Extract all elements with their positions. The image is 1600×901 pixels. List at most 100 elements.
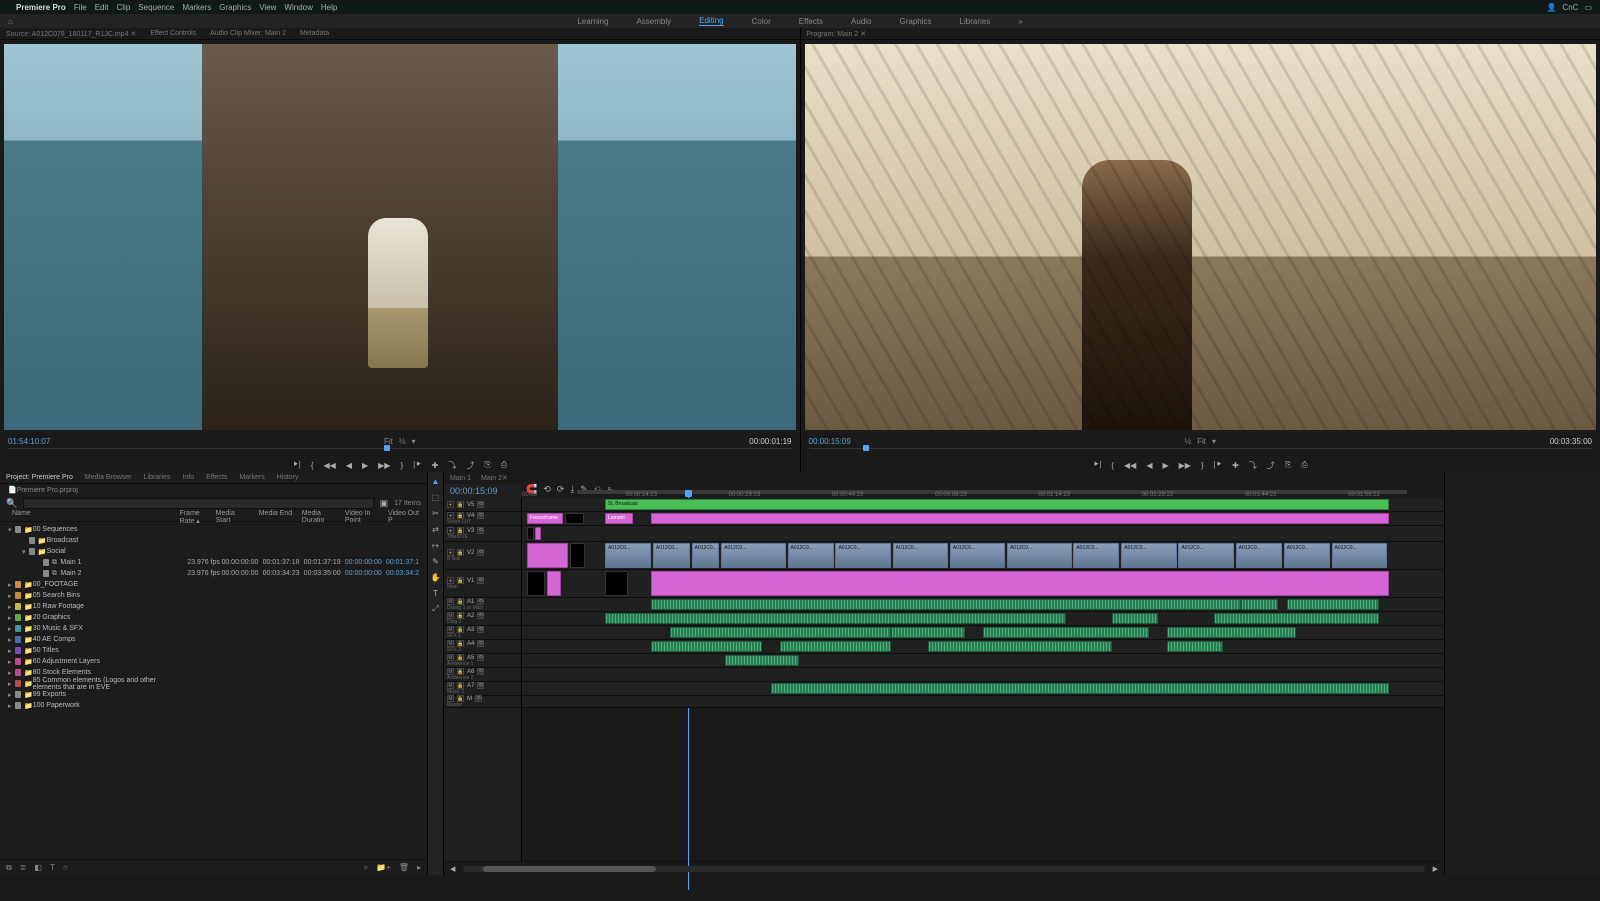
bin-tree[interactable]: ▾📁00 Sequences📁Broadcast▾📁Social⧉Main 12… bbox=[0, 522, 427, 859]
src-play-fwd[interactable]: ▶▶ bbox=[378, 461, 390, 470]
bin-row[interactable]: 📁Broadcast bbox=[0, 535, 427, 546]
src-add-marker[interactable]: ✚ bbox=[432, 461, 439, 470]
timeline-clip[interactable] bbox=[570, 543, 585, 568]
col-duration[interactable]: Media Duratio bbox=[298, 510, 341, 521]
src-go-out[interactable]: } bbox=[400, 461, 403, 470]
tab-markers[interactable]: Markers bbox=[239, 474, 264, 481]
program-tab[interactable]: Program: Main 2✕ bbox=[807, 30, 867, 38]
src-export-frame[interactable]: ⎘ bbox=[484, 460, 490, 470]
prg-go-out[interactable]: } bbox=[1201, 461, 1204, 470]
menu-sequence[interactable]: Sequence bbox=[138, 3, 174, 12]
tool-slide[interactable]: ↦ bbox=[431, 540, 441, 550]
track-lane[interactable] bbox=[522, 696, 1444, 708]
timeline-clip[interactable]: A012C0... bbox=[1073, 543, 1119, 568]
footer-more-icon[interactable]: ▸ bbox=[417, 863, 421, 873]
ws-assembly[interactable]: Assembly bbox=[636, 17, 671, 26]
timeline-clip[interactable] bbox=[527, 571, 545, 596]
tl-footer-icon[interactable]: ◀ bbox=[450, 865, 455, 873]
timeline-clip[interactable]: SL Broadcast bbox=[605, 499, 1389, 510]
prg-extract[interactable]: ⤴ bbox=[1267, 460, 1275, 471]
timeline-clip[interactable]: A012C0... bbox=[1332, 543, 1387, 568]
project-search-input[interactable] bbox=[23, 498, 373, 509]
timeline-clip[interactable] bbox=[725, 655, 799, 666]
col-in[interactable]: Video In Point bbox=[341, 510, 384, 521]
source-tc-in[interactable]: 01:54:10:07 bbox=[8, 437, 50, 446]
col-framerate[interactable]: Frame Rate ▴ bbox=[176, 510, 212, 521]
bin-row[interactable]: ▸📁100 Paperwork bbox=[0, 700, 427, 711]
track-lane[interactable] bbox=[522, 640, 1444, 654]
close-icon[interactable]: ✕ bbox=[502, 475, 508, 482]
src-step-back[interactable]: ◀◀ bbox=[324, 461, 336, 470]
timeline-clip[interactable] bbox=[771, 683, 1389, 694]
bin-row[interactable]: ▸📁00_FOOTAGE bbox=[0, 579, 427, 590]
timeline-clip[interactable] bbox=[1167, 641, 1222, 652]
track-header[interactable]: M🔒M👁Master bbox=[444, 696, 521, 708]
timeline-clip[interactable] bbox=[605, 613, 1066, 624]
timeline-clip[interactable]: A012C0... bbox=[950, 543, 1005, 568]
timeline-clip[interactable]: A012C0... bbox=[605, 543, 651, 568]
bin-row[interactable]: ▸📁50 Titles bbox=[0, 645, 427, 656]
src-play-rev[interactable]: ◀ bbox=[346, 461, 352, 470]
timeline-clip[interactable] bbox=[527, 543, 568, 568]
track-header[interactable]: M🔒A7👁Music 1 bbox=[444, 682, 521, 696]
track-lane[interactable]: SL Broadcast bbox=[522, 498, 1444, 512]
app-name[interactable]: Premiere Pro bbox=[16, 3, 66, 12]
src-play[interactable]: ▶ bbox=[362, 461, 368, 470]
bin-row[interactable]: ▸📁10 Raw Footage bbox=[0, 601, 427, 612]
prg-step-back[interactable]: ◀◀ bbox=[1124, 461, 1136, 470]
bin-row[interactable]: ▾📁00 Sequences bbox=[0, 524, 427, 535]
timeline-clip[interactable] bbox=[1214, 613, 1380, 624]
menubar-extra-icon[interactable]: ▭ bbox=[1584, 3, 1592, 12]
prg-play-fwd[interactable]: ▶▶ bbox=[1179, 461, 1191, 470]
col-out[interactable]: Video Out P bbox=[384, 510, 427, 521]
src-mark-out[interactable]: |⯈ bbox=[413, 460, 421, 470]
col-end[interactable]: Media End bbox=[255, 510, 298, 521]
col-name[interactable]: Name bbox=[8, 510, 176, 521]
src-insert[interactable]: ⤵ bbox=[448, 460, 456, 471]
bin-row[interactable]: ▸📁20 Graphics bbox=[0, 612, 427, 623]
tool-razor[interactable]: ✂ bbox=[431, 508, 441, 518]
ws-audio[interactable]: Audio bbox=[851, 17, 871, 26]
timeline-clip[interactable] bbox=[670, 627, 891, 638]
timeline-clip[interactable] bbox=[780, 641, 891, 652]
tool-pen[interactable]: ✎ bbox=[431, 556, 441, 566]
track-header[interactable]: ●🔒V2👁B Roll bbox=[444, 542, 521, 570]
tracks-clips[interactable]: SL BroadcastFreezeframeLumetriA012C0...A… bbox=[522, 498, 1444, 861]
track-lane[interactable] bbox=[522, 668, 1444, 682]
trash-icon[interactable]: 🗑 bbox=[399, 863, 409, 873]
timeline-clip[interactable]: A012C0... bbox=[893, 543, 948, 568]
source-scale-half[interactable]: ½ bbox=[399, 437, 406, 446]
track-lane[interactable]: FreezeframeLumetri bbox=[522, 512, 1444, 526]
track-header[interactable]: ●🔒V5👁 bbox=[444, 498, 521, 512]
track-lane[interactable] bbox=[522, 526, 1444, 542]
track-lane[interactable] bbox=[522, 598, 1444, 612]
timeline-clip[interactable] bbox=[535, 527, 541, 540]
prg-mark-in[interactable]: ⯈| bbox=[1093, 460, 1101, 470]
source-tab-metadata[interactable]: Metadata bbox=[300, 30, 329, 37]
timeline-clip[interactable] bbox=[527, 527, 534, 540]
close-icon[interactable]: ✕ bbox=[860, 31, 866, 38]
prg-export-frame[interactable]: ⎘ bbox=[1285, 460, 1291, 470]
program-fit[interactable]: Fit bbox=[1197, 437, 1206, 446]
bin-row[interactable]: ▸📁40 AE Comps bbox=[0, 634, 427, 645]
timeline-clip[interactable]: A012C0... bbox=[1236, 543, 1282, 568]
menu-window[interactable]: Window bbox=[284, 3, 312, 12]
source-video[interactable] bbox=[4, 44, 796, 430]
timeline-clip[interactable] bbox=[983, 627, 1149, 638]
timeline-clip[interactable] bbox=[1287, 599, 1379, 610]
tab-effects[interactable]: Effects bbox=[206, 474, 227, 481]
bin-row[interactable]: ▸📁85 Common elements (Logos and other el… bbox=[0, 678, 427, 689]
source-marker-icon[interactable]: ▾ bbox=[412, 437, 416, 446]
tab-libraries[interactable]: Libraries bbox=[144, 474, 171, 481]
timeline-clip[interactable]: Lumetri bbox=[605, 513, 633, 524]
timeline-clip[interactable] bbox=[651, 513, 1389, 524]
menu-markers[interactable]: Markers bbox=[182, 3, 211, 12]
prg-play-rev[interactable]: ◀ bbox=[1146, 461, 1152, 470]
tab-project[interactable]: Project: Premiere Pro bbox=[6, 474, 73, 481]
timeline-clip[interactable] bbox=[1167, 627, 1296, 638]
tab-info[interactable]: Info bbox=[182, 474, 194, 481]
program-scrub[interactable] bbox=[809, 448, 1593, 458]
prg-add-marker[interactable]: ✚ bbox=[1232, 461, 1239, 470]
track-header[interactable]: ●🔒V1👁Main bbox=[444, 570, 521, 598]
source-scrub[interactable] bbox=[8, 448, 792, 458]
